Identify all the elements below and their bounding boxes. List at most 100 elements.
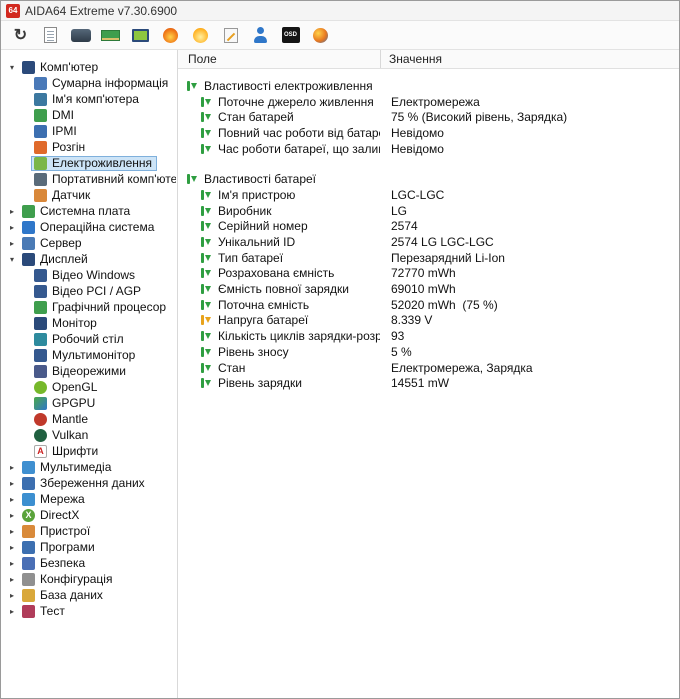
sidebar-item-server[interactable]: ▸ Сервер (5, 235, 177, 251)
table-row[interactable]: Поточна ємність 52020 mWh (75 %) (178, 297, 679, 313)
chevron-collapsed-icon[interactable]: ▸ (5, 559, 19, 568)
sidebar-item-body[interactable]: Відео PCI / AGP (31, 284, 146, 299)
sidebar-item-body[interactable]: Графічний процесор (31, 300, 171, 315)
sidebar-item-test[interactable]: ▸ Тест (5, 603, 177, 619)
table-row[interactable]: Рівень зносу 5 % (178, 344, 679, 360)
sidebar-item-config[interactable]: ▸ Конфігурація (5, 571, 177, 587)
flame-button[interactable] (187, 23, 214, 48)
chevron-collapsed-icon[interactable]: ▸ (5, 575, 19, 584)
table-row[interactable]: Виробник LG (178, 203, 679, 219)
sidebar-item-body[interactable]: GPGPU (31, 396, 100, 411)
table-row[interactable]: Ім'я пристрою LGC-LGC (178, 187, 679, 203)
chevron-collapsed-icon[interactable]: ▸ (5, 207, 19, 216)
sidebar-item-body[interactable]: Відеорежими (31, 364, 131, 379)
category-tree[interactable]: ▾ Комп'ютер Сумарна інформація Ім'я комп'ют… (1, 50, 178, 698)
table-row[interactable]: Серійний номер 2574 (178, 219, 679, 235)
sidebar-item-summary[interactable]: Сумарна інформація (5, 75, 177, 91)
sidebar-item-multimonitor[interactable]: Мультимонітор (5, 347, 177, 363)
sidebar-item-body[interactable]: DMI (31, 108, 79, 123)
sidebar-item-body[interactable]: Конфігурація (19, 572, 117, 587)
sidebar-item-devices[interactable]: ▸ Пристрої (5, 523, 177, 539)
audit-button[interactable] (247, 23, 274, 48)
sidebar-item-security[interactable]: ▸ Безпека (5, 555, 177, 571)
sidebar-item-desktop[interactable]: Робочий стіл (5, 331, 177, 347)
table-row[interactable]: Повний час роботи від батареї Невідомо (178, 125, 679, 141)
sidebar-item-body[interactable]: Пристрої (19, 524, 95, 539)
chevron-collapsed-icon[interactable]: ▸ (5, 495, 19, 504)
sensor-panel-button[interactable] (307, 23, 334, 48)
sidebar-item-mantle[interactable]: Mantle (5, 411, 177, 427)
section-header-row[interactable]: Властивості батареї (178, 171, 679, 187)
sidebar-item-computer[interactable]: ▾ Комп'ютер (5, 59, 177, 75)
sidebar-item-body[interactable]: X DirectX (19, 508, 84, 523)
table-row[interactable]: Унікальний ID 2574 LG LGC-LGC (178, 234, 679, 250)
sidebar-item-overclock[interactable]: Розгін (5, 139, 177, 155)
sidebar-item-body[interactable]: Ім'я комп'ютера (31, 92, 144, 107)
sidebar-item-body[interactable]: Мережа (19, 492, 90, 507)
sidebar-item-opengl[interactable]: OpenGL (5, 379, 177, 395)
chevron-collapsed-icon[interactable]: ▸ (5, 543, 19, 552)
chevron-collapsed-icon[interactable]: ▸ (5, 463, 19, 472)
report-button[interactable] (37, 23, 64, 48)
sidebar-item-display[interactable]: ▾ Дисплей (5, 251, 177, 267)
sidebar-item-gpgpu[interactable]: GPGPU (5, 395, 177, 411)
sidebar-item-body[interactable]: Мультимедіа (19, 460, 116, 475)
sidebar-item-os[interactable]: ▸ Операційна система (5, 219, 177, 235)
sidebar-item-fonts[interactable]: A Шрифти (5, 443, 177, 459)
sidebar-item-body[interactable]: Безпека (19, 556, 90, 571)
sidebar-item-body[interactable]: Операційна система (19, 220, 159, 235)
chevron-expanded-icon[interactable]: ▾ (5, 255, 19, 264)
sidebar-item-database[interactable]: ▸ База даних (5, 587, 177, 603)
sidebar-item-body[interactable]: Збереження даних (19, 476, 150, 491)
sidebar-item-motherboard[interactable]: ▸ Системна плата (5, 203, 177, 219)
sidebar-item-computer-name[interactable]: Ім'я комп'ютера (5, 91, 177, 107)
sidebar-item-body[interactable]: Програми (19, 540, 100, 555)
column-header-value[interactable]: Значення (380, 50, 679, 68)
sidebar-item-body[interactable]: Робочий стіл (31, 332, 129, 347)
sidebar-item-body[interactable]: Тест (19, 604, 70, 619)
refresh-button[interactable] (7, 23, 34, 48)
sidebar-item-body[interactable]: Розгін (31, 140, 90, 155)
sidebar-item-video-pci[interactable]: Відео PCI / AGP (5, 283, 177, 299)
sidebar-item-body[interactable]: Комп'ютер (19, 60, 103, 75)
sidebar-item-body[interactable]: Монітор (31, 316, 102, 331)
chevron-collapsed-icon[interactable]: ▸ (5, 607, 19, 616)
table-row[interactable]: Розрахована ємність 72770 mWh (178, 266, 679, 282)
memory-button[interactable] (97, 23, 124, 48)
sidebar-item-body[interactable]: Vulkan (31, 428, 93, 443)
sidebar-item-gpu[interactable]: Графічний процесор (5, 299, 177, 315)
table-row[interactable]: Час роботи батареї, що залиш... Невідомо (178, 141, 679, 157)
monitor-test-button[interactable] (127, 23, 154, 48)
sidebar-item-body[interactable]: Датчик (31, 188, 95, 203)
table-row[interactable]: Стан Електромережа, Зарядка (178, 360, 679, 376)
chevron-collapsed-icon[interactable]: ▸ (5, 511, 19, 520)
table-row[interactable]: Поточне джерело живлення Електромережа (178, 94, 679, 110)
sidebar-item-body[interactable]: A Шрифти (31, 444, 103, 459)
sidebar-item-multimedia[interactable]: ▸ Мультимедіа (5, 459, 177, 475)
sidebar-item-video-windows[interactable]: Відео Windows (5, 267, 177, 283)
sidebar-item-body[interactable]: Mantle (31, 412, 93, 427)
table-row[interactable]: Кількість циклів зарядки-розря... 93 (178, 328, 679, 344)
sidebar-item-body[interactable]: Портативний комп'ютер (31, 172, 177, 187)
chevron-collapsed-icon[interactable]: ▸ (5, 527, 19, 536)
title-bar[interactable]: 64 AIDA64 Extreme v7.30.6900 (1, 1, 679, 21)
sidebar-item-sensor[interactable]: Датчик (5, 187, 177, 203)
sidebar-item-videomodes[interactable]: Відеорежими (5, 363, 177, 379)
sidebar-item-body[interactable]: Дисплей (19, 252, 93, 267)
osd-button[interactable]: OSD (277, 23, 304, 48)
notes-button[interactable] (217, 23, 244, 48)
sidebar-item-portable[interactable]: Портативний комп'ютер (5, 171, 177, 187)
sidebar-item-body[interactable]: OpenGL (31, 380, 102, 395)
sidebar-item-directx[interactable]: ▸ X DirectX (5, 507, 177, 523)
section-header-row[interactable]: Властивості електроживлення (178, 78, 679, 94)
sidebar-item-body[interactable]: Сервер (19, 236, 87, 251)
sidebar-item-body[interactable]: IPMI (31, 124, 82, 139)
sidebar-item-body[interactable]: Мультимонітор (31, 348, 140, 363)
display-card-button[interactable] (67, 23, 94, 48)
table-row[interactable]: Стан батарей 75 % (Високий рівень, Зарядк… (178, 109, 679, 125)
sidebar-item-vulkan[interactable]: Vulkan (5, 427, 177, 443)
sidebar-item-body[interactable]: Системна плата (19, 204, 135, 219)
column-header-field[interactable]: Поле (178, 52, 380, 66)
sidebar-item-network[interactable]: ▸ Мережа (5, 491, 177, 507)
burn-in-button[interactable] (157, 23, 184, 48)
